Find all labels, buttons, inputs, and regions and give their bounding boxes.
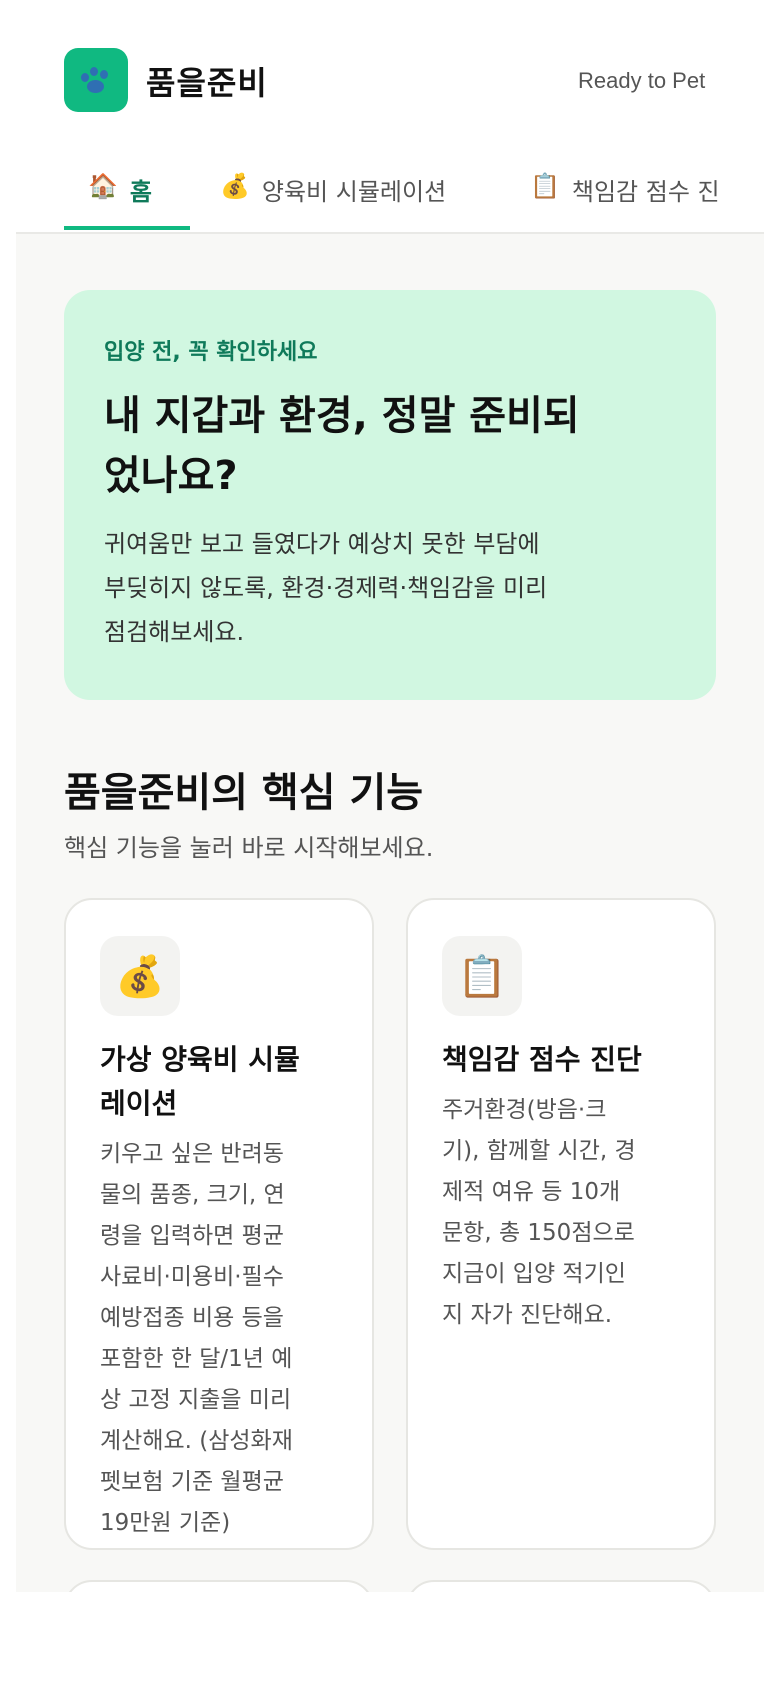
tab-cost-simulation[interactable]: 💰 양육비 시뮬레이션 xyxy=(220,150,446,234)
hero-title-line: 었나요? xyxy=(104,453,238,499)
feature-card-description-line: 계산해요. (삼성화재 xyxy=(100,1428,293,1454)
nav-tabs: 🏠 홈 💰 양육비 시뮬레이션 📋 책임감 점수 진 xyxy=(16,150,764,234)
active-tab-indicator xyxy=(64,226,190,230)
hero-description: 귀여움만 보고 들였다가 예상치 못한 부담에 부딪히지 않도록, 환경·경제력… xyxy=(104,522,676,654)
feature-card-title-line: 책임감 점수 진단 xyxy=(442,1043,642,1076)
tab-responsibility-score[interactable]: 📋 책임감 점수 진 xyxy=(530,150,720,234)
app-title: 품을준비 xyxy=(146,64,268,102)
feature-card-description-line: 상 고정 지출을 미리 xyxy=(100,1387,292,1413)
feature-card-description-line: 지 자가 진단해요. xyxy=(442,1302,613,1328)
app-viewport: 품을준비 Ready to Pet 🏠 홈 💰 양육비 시뮬레이션 📋 책임감 … xyxy=(16,0,764,1592)
feature-card-partial[interactable] xyxy=(406,1580,716,1592)
feature-card-description: 주거환경(방음·크 기), 함께할 시간, 경 제적 여유 등 10개 문항, … xyxy=(442,1090,680,1336)
hero-title-line: 내 지갑과 환경, 정말 준비되 xyxy=(104,393,580,439)
tab-responsibility-score-label: 책임감 점수 진 xyxy=(571,178,720,206)
feature-card-title-line: 레이션 xyxy=(100,1087,178,1120)
clipboard-icon: 📋 xyxy=(530,172,560,200)
feature-card-title-line: 가상 양육비 시뮬 xyxy=(100,1043,300,1076)
feature-card-cost-simulation[interactable]: 💰 가상 양육비 시뮬 레이션 키우고 싶은 반려동 물의 품종, 크기, 연 … xyxy=(64,898,374,1550)
feature-card-description-line: 주거환경(방음·크 xyxy=(442,1097,607,1123)
hero-description-line: 부딪히지 않도록, 환경·경제력·책임감을 미리 xyxy=(104,574,548,602)
hero-banner: 입양 전, 꼭 확인하세요 내 지갑과 환경, 정말 준비되 었나요? 귀여움만… xyxy=(64,290,716,700)
feature-card-partial[interactable] xyxy=(64,1580,374,1592)
feature-card-description-line: 키우고 싶은 반려동 xyxy=(100,1141,284,1167)
money-bag-icon: 💰 xyxy=(100,936,180,1016)
features-subtitle: 핵심 기능을 눌러 바로 시작해보세요. xyxy=(64,834,434,862)
paw-icon xyxy=(78,65,114,95)
feature-card-description: 키우고 싶은 반려동 물의 품종, 크기, 연 령을 입력하면 평균 사료비·미… xyxy=(100,1134,338,1544)
feature-card-description-line: 물의 품종, 크기, 연 xyxy=(100,1182,285,1208)
feature-card-description-line: 펫보험 기준 월평균 xyxy=(100,1469,284,1495)
feature-card-description-line: 19만원 기준) xyxy=(100,1510,231,1536)
hero-description-line: 점검해보세요. xyxy=(104,618,245,646)
feature-card-description-line: 지금이 입양 적기인 xyxy=(442,1261,626,1287)
feature-card-description-line: 포함한 한 달/1년 예 xyxy=(100,1346,293,1372)
tab-home[interactable]: 🏠 홈 xyxy=(88,150,152,234)
tab-cost-simulation-label: 양육비 시뮬레이션 xyxy=(261,178,447,206)
feature-card-responsibility-score[interactable]: 📋 책임감 점수 진단 주거환경(방음·크 기), 함께할 시간, 경 제적 여… xyxy=(406,898,716,1550)
features-title: 품을준비의 핵심 기능 xyxy=(64,770,424,816)
feature-card-description-line: 제적 여유 등 10개 xyxy=(442,1179,621,1205)
feature-card-description-line: 기), 함께할 시간, 경 xyxy=(442,1138,636,1164)
feature-card-description-line: 예방접종 비용 등을 xyxy=(100,1305,284,1331)
hero-description-line: 귀여움만 보고 들였다가 예상치 못한 부담에 xyxy=(104,530,540,558)
feature-card-description-line: 사료비·미용비·필수 xyxy=(100,1264,284,1290)
app-header: 품을준비 Ready to Pet 🏠 홈 💰 양육비 시뮬레이션 📋 책임감 … xyxy=(16,0,764,234)
hero-title: 내 지갑과 환경, 정말 준비되 었나요? xyxy=(104,386,676,506)
money-bag-icon: 💰 xyxy=(220,172,250,200)
feature-card-description-line: 령을 입력하면 평균 xyxy=(100,1223,284,1249)
house-icon: 🏠 xyxy=(88,172,118,200)
hero-eyebrow: 입양 전, 꼭 확인하세요 xyxy=(104,340,318,365)
clipboard-icon: 📋 xyxy=(442,936,522,1016)
feature-card-title: 가상 양육비 시뮬 레이션 xyxy=(100,1038,338,1126)
tab-home-label: 홈 xyxy=(129,178,152,206)
app-tagline: Ready to Pet xyxy=(578,68,706,93)
app-logo[interactable] xyxy=(64,48,128,112)
feature-card-description-line: 문항, 총 150점으로 xyxy=(442,1220,635,1246)
feature-card-title: 책임감 점수 진단 xyxy=(442,1038,680,1082)
